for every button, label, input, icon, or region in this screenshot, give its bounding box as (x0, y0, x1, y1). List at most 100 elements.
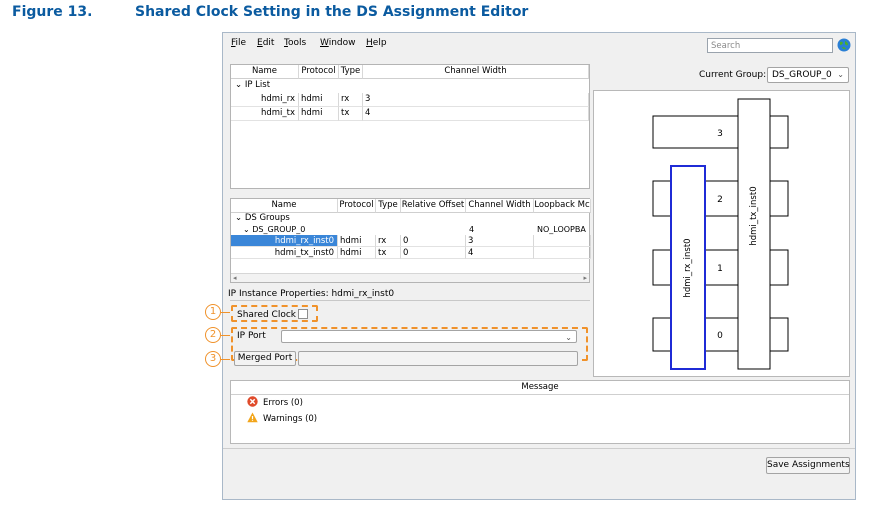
current-group-value: DS_GROUP_0 (772, 70, 832, 80)
tree-group-row[interactable]: ⌄ IP List (231, 79, 589, 93)
ds-group-loopback: NO_LOOPBA (537, 225, 586, 234)
merged-port-button[interactable]: Merged Port (234, 351, 296, 366)
errors-row[interactable]: Errors (0) (247, 396, 303, 410)
ds-group-row[interactable]: ⌄ DS_GROUP_0 4 NO_LOOPBA (231, 224, 589, 235)
figure-title: Shared Clock Setting in the DS Assignmen… (135, 4, 529, 20)
current-group-label: Current Group: (699, 70, 767, 80)
message-panel: Message Errors (0) Warnings (0) (230, 380, 850, 444)
ds-group-width: 4 (469, 225, 475, 234)
column-header[interactable]: Type (339, 65, 363, 79)
warnings-label: Warnings (0) (263, 414, 318, 424)
callout-badge: 1 (205, 304, 221, 320)
current-group-dropdown[interactable]: DS_GROUP_0 ⌄ (767, 67, 849, 83)
table-header: Name Protocol Type Relative Offset Chann… (231, 199, 591, 213)
instance-offset: 0 (401, 247, 466, 259)
menu-window[interactable]: Window (320, 38, 356, 48)
save-assignments-button[interactable]: Save Assignments (766, 457, 850, 474)
column-header[interactable]: Protocol (338, 199, 376, 213)
table-header: Name Protocol Type Channel Width (231, 65, 589, 79)
menu-file[interactable]: File (231, 38, 246, 48)
chevron-down-icon: ⌄ (565, 333, 572, 342)
chevron-down-icon[interactable]: ⌄ (235, 80, 242, 90)
channel-number: 3 (717, 129, 723, 139)
table-row[interactable]: hdmi_tx_inst0 hdmi tx 0 4 (231, 247, 591, 259)
divider (230, 300, 590, 301)
ip-list-table: Name Protocol Type Channel Width ⌄ IP Li… (230, 64, 590, 189)
instance-loopback (534, 247, 591, 259)
callout-leader (221, 335, 230, 336)
tx-instance-label: hdmi_tx_inst0 (749, 186, 759, 245)
ds-groups-table: Name Protocol Type Relative Offset Chann… (230, 198, 591, 283)
shared-clock-checkbox[interactable] (298, 309, 308, 319)
instance-offset: 0 (401, 235, 466, 247)
column-header[interactable]: Name (231, 199, 338, 213)
ip-type: rx (339, 93, 363, 107)
instance-loopback (534, 235, 591, 247)
tree-group-label: IP List (244, 80, 271, 90)
properties-title: IP Instance Properties: hdmi_rx_inst0 (228, 289, 395, 299)
message-header[interactable]: Message (231, 381, 849, 395)
instance-protocol: hdmi (338, 235, 376, 247)
chevron-down-icon[interactable]: ⌄ (235, 213, 242, 223)
instance-width: 4 (466, 247, 534, 259)
instance-name: hdmi_tx_inst0 (231, 247, 338, 259)
scroll-right-icon[interactable]: ▸ (583, 274, 587, 282)
callout-badge: 2 (205, 327, 221, 343)
ds-group-name: DS_GROUP_0 (252, 225, 306, 234)
menu-tools[interactable]: Tools (284, 38, 306, 48)
column-header[interactable]: Type (376, 199, 401, 213)
channel-number: 1 (717, 264, 723, 274)
ip-protocol: hdmi (299, 93, 339, 107)
callout-badge: 3 (205, 351, 221, 367)
instance-name: hdmi_rx_inst0 (231, 235, 338, 247)
instance-protocol: hdmi (338, 247, 376, 259)
column-header[interactable]: Name (231, 65, 299, 79)
instance-type: tx (376, 247, 401, 259)
menu-help[interactable]: Help (366, 38, 387, 48)
ds-assignment-editor-window: File Edit Tools Window Help Search Name … (205, 32, 856, 500)
callout-leader (221, 312, 230, 313)
ip-port-label: IP Port (237, 331, 266, 341)
errors-label: Errors (0) (263, 398, 303, 408)
column-header[interactable]: Channel Width (363, 65, 589, 79)
chevron-down-icon[interactable]: ⌄ (243, 225, 250, 234)
column-header[interactable]: Relative Offset (401, 199, 466, 213)
instance-type: rx (376, 235, 401, 247)
channel-diagram: 3 2 1 0 hdmi_tx_inst0 hdmi_rx_inst0 (593, 90, 850, 377)
warnings-row[interactable]: Warnings (0) (247, 412, 317, 426)
column-header[interactable]: Protocol (299, 65, 339, 79)
chevron-down-icon: ⌄ (837, 70, 844, 79)
ip-port-dropdown[interactable]: ⌄ (281, 330, 577, 343)
ip-name: hdmi_tx (231, 107, 299, 121)
instance-width: 3 (466, 235, 534, 247)
menu-bar: File Edit Tools Window Help Search (223, 33, 855, 55)
globe-icon[interactable] (837, 38, 851, 52)
ip-width: 4 (363, 107, 589, 121)
ip-type: tx (339, 107, 363, 121)
horizontal-scrollbar[interactable]: ◂ ▸ (231, 273, 589, 282)
figure-number: Figure 13. (12, 4, 93, 20)
channel-number: 2 (717, 195, 723, 205)
menu-edit[interactable]: Edit (257, 38, 274, 48)
tree-group-label: DS Groups (244, 213, 290, 223)
table-row[interactable]: hdmi_rx_inst0 hdmi rx 0 3 (231, 235, 591, 247)
figure-caption: Figure 13. Shared Clock Setting in the DS… (12, 4, 528, 20)
scroll-left-icon[interactable]: ◂ (233, 274, 237, 282)
channel-diagram-canvas: 3 2 1 0 hdmi_tx_inst0 hdmi_rx_inst0 (652, 98, 789, 370)
warning-icon (247, 412, 258, 423)
divider (223, 448, 855, 449)
error-icon (247, 396, 258, 407)
callout-leader (221, 359, 230, 360)
column-header[interactable]: Loopback Mc (534, 199, 591, 213)
shared-clock-label: Shared Clock (237, 310, 296, 320)
search-input[interactable]: Search (707, 38, 833, 53)
merged-port-field[interactable] (298, 351, 578, 366)
table-row[interactable]: hdmi_rx hdmi rx 3 (231, 93, 589, 107)
ip-name: hdmi_rx (231, 93, 299, 107)
table-row[interactable]: hdmi_tx hdmi tx 4 (231, 107, 589, 121)
rx-instance-label: hdmi_rx_inst0 (683, 238, 693, 297)
tree-group-row[interactable]: ⌄ DS Groups (231, 213, 589, 224)
ip-width: 3 (363, 93, 589, 107)
channel-number: 0 (717, 331, 723, 341)
column-header[interactable]: Channel Width (466, 199, 534, 213)
